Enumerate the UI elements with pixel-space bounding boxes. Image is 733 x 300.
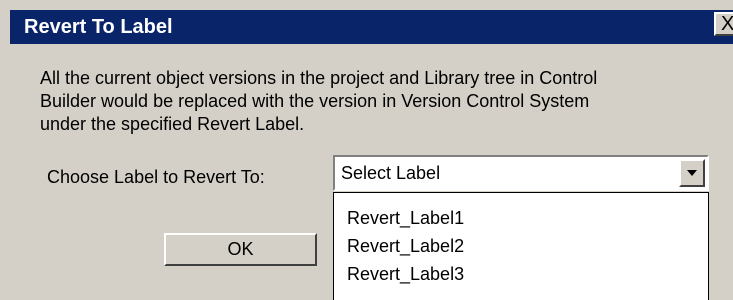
revert-to-label-dialog: Revert To Label X All the current object…	[0, 0, 733, 300]
description-line-3: under the specified Revert Label.	[40, 114, 305, 134]
ok-button-label: OK	[227, 239, 254, 259]
chevron-down-icon	[687, 170, 697, 176]
choose-label-text: Choose Label to Revert To:	[47, 167, 265, 187]
dropdown-option-revert-label1[interactable]: Revert_Label1	[347, 207, 464, 229]
dropdown-option-revert-label2[interactable]: Revert_Label2	[347, 235, 464, 257]
description-line-1: All the current object versions in the p…	[40, 68, 598, 88]
revert-label-select[interactable]: Select Label	[333, 155, 709, 191]
dropdown-option-revert-label3[interactable]: Revert_Label3	[347, 263, 464, 285]
dropdown-arrow-button[interactable]	[679, 159, 705, 187]
label-dropdown-list: Revert_Label1 Revert_Label2 Revert_Label…	[333, 192, 709, 300]
description-text: All the current object versions in the p…	[40, 67, 720, 136]
close-icon: X	[721, 13, 733, 35]
select-value: Select Label	[341, 163, 441, 183]
title-bar: Revert To Label	[10, 10, 733, 44]
description-line-2: Builder would be replaced with the versi…	[40, 91, 590, 111]
window-title: Revert To Label	[24, 16, 173, 38]
close-button[interactable]: X	[714, 12, 733, 36]
ok-button[interactable]: OK	[164, 233, 317, 266]
